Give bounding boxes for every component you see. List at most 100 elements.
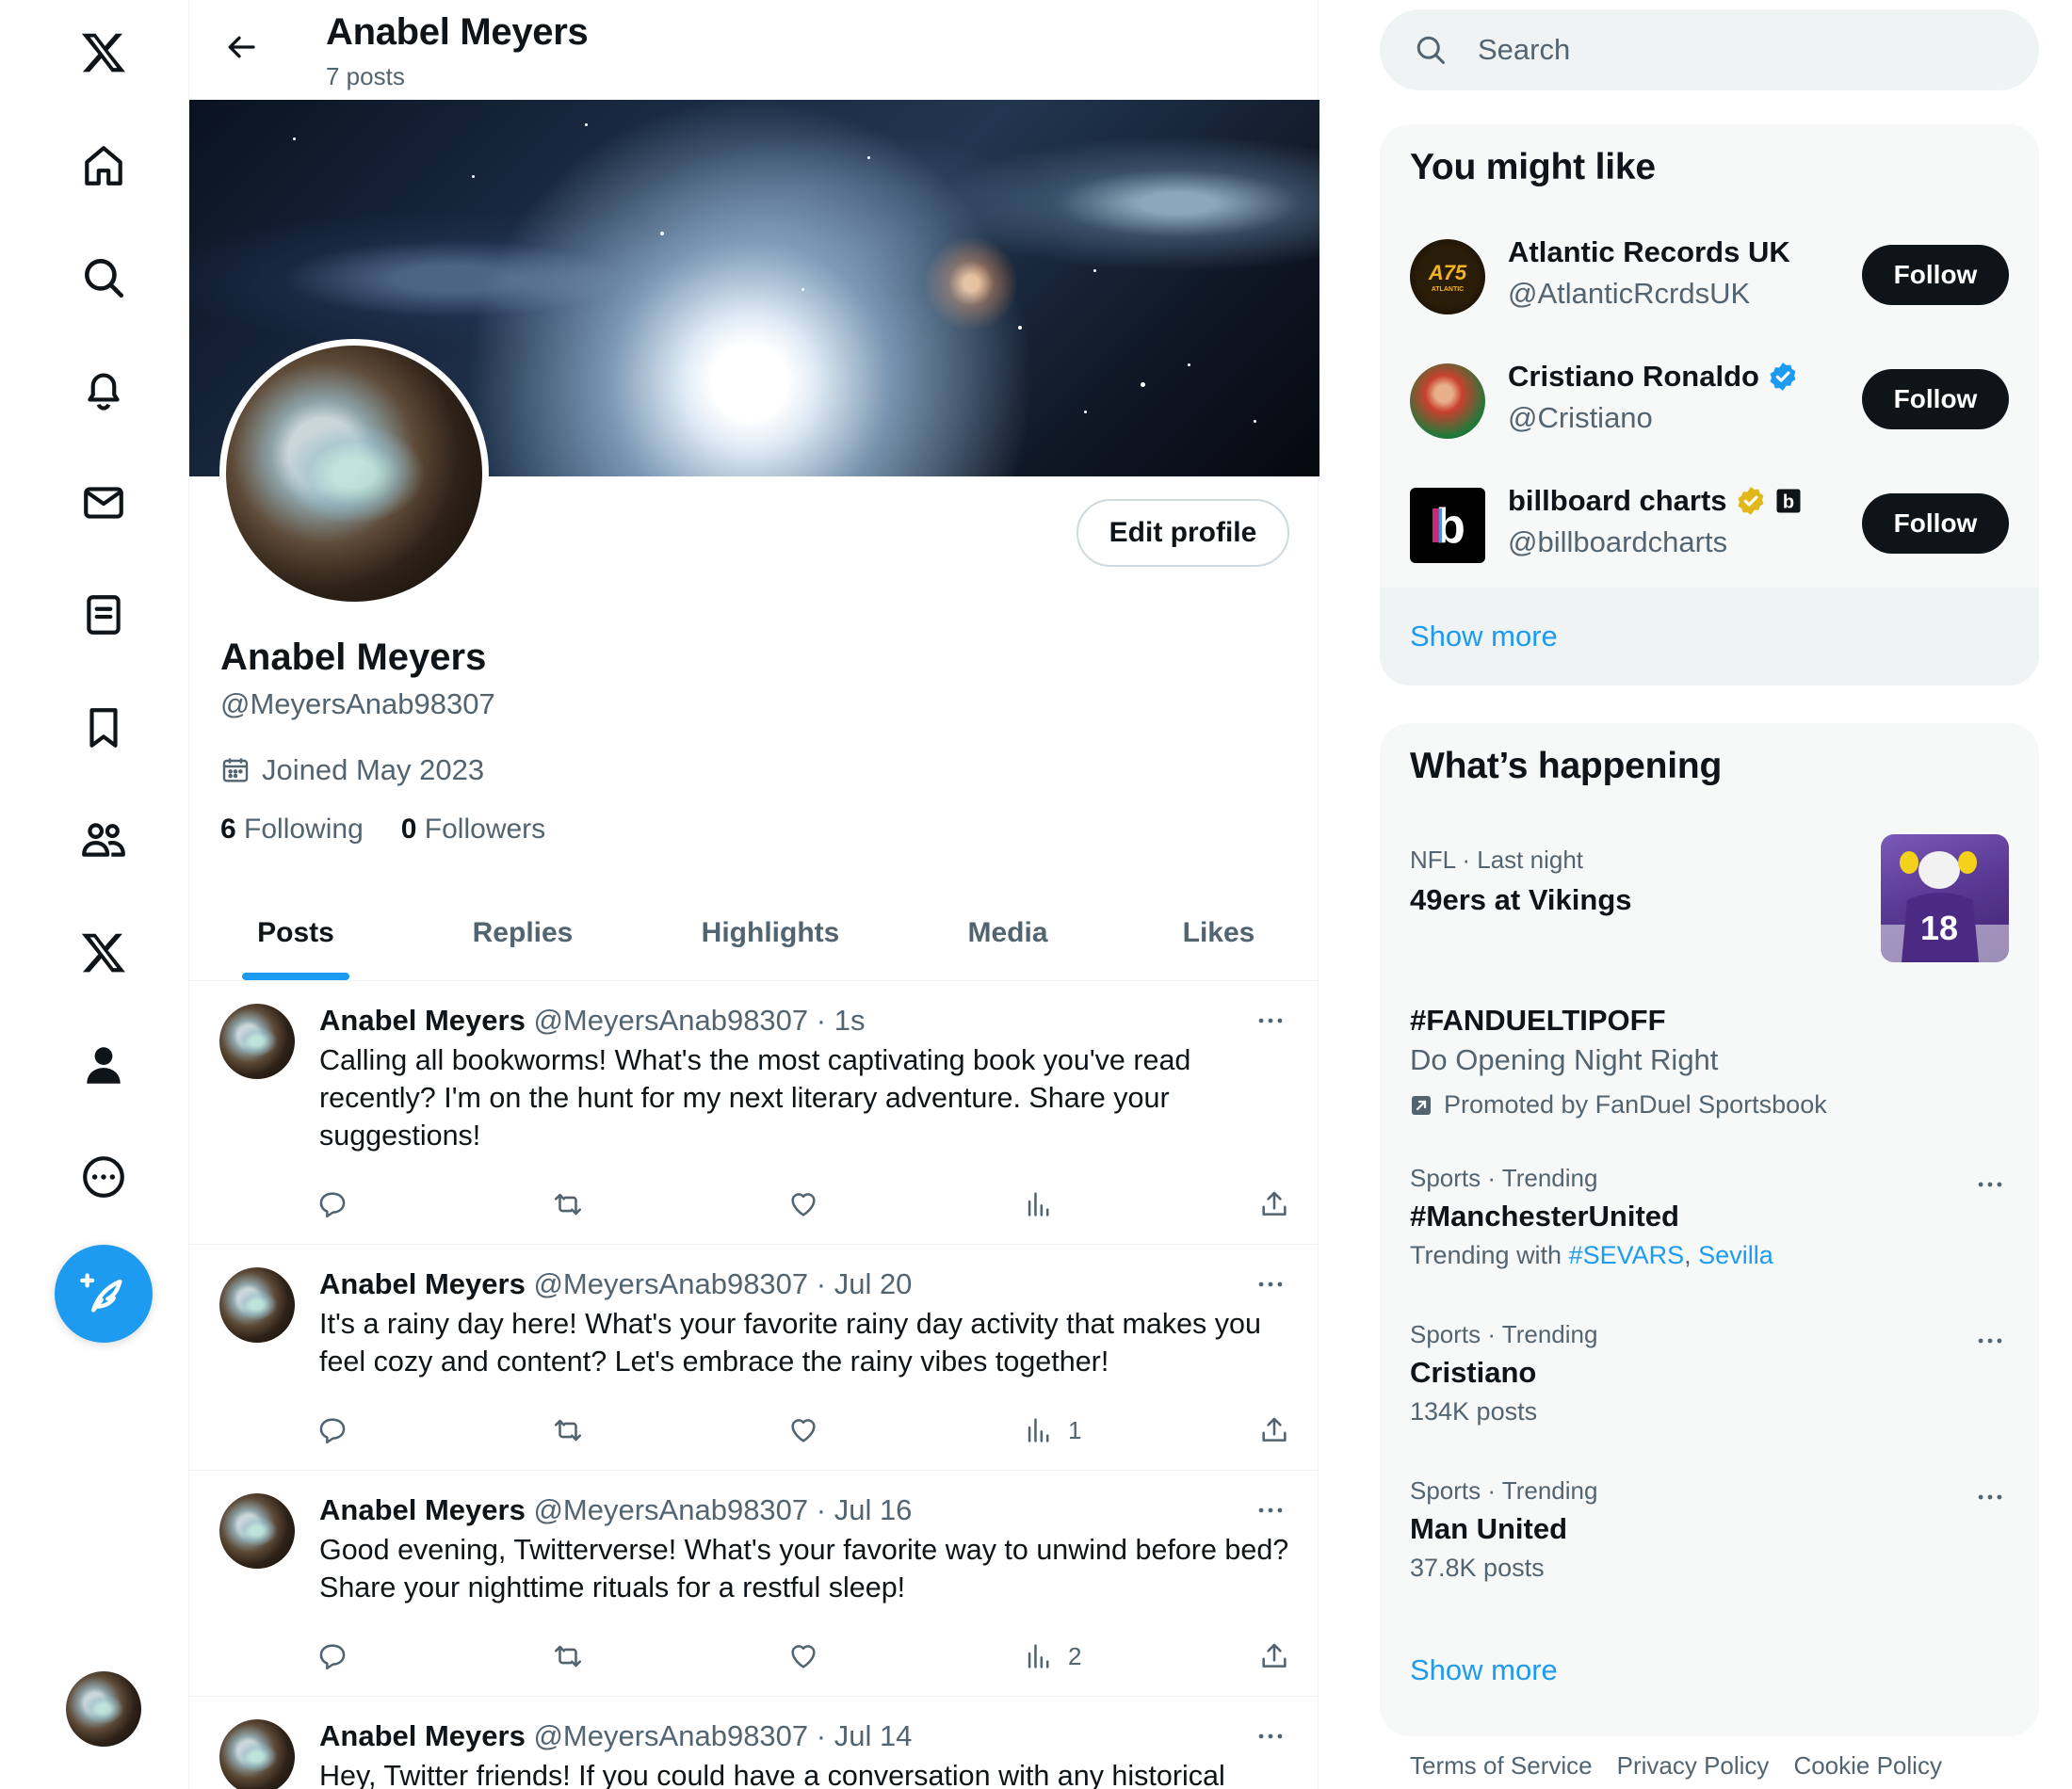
lists-icon[interactable] — [66, 577, 141, 653]
x-logo-icon[interactable] — [66, 15, 141, 90]
share-button[interactable] — [1258, 1407, 1290, 1454]
follow-suggestion[interactable]: Cristiano Ronaldo @Cristiano Follow — [1380, 339, 2039, 463]
joined-date: Joined May 2023 — [262, 753, 485, 786]
post-handle-time[interactable]: @MeyersAnab98307 · Jul 14 — [533, 1719, 912, 1752]
share-button[interactable] — [1258, 1181, 1290, 1228]
tab-posts[interactable]: Posts — [189, 885, 402, 981]
following-link[interactable]: 6 Following — [220, 814, 364, 846]
post-author-name[interactable]: Anabel Meyers — [319, 1267, 526, 1300]
post-actions: 1 — [307, 1407, 1305, 1454]
views-button[interactable]: 1 — [1023, 1407, 1081, 1454]
messages-envelope-icon[interactable] — [66, 465, 141, 540]
follow-button[interactable]: Follow — [1862, 493, 2009, 554]
post-author-avatar[interactable] — [219, 1004, 295, 1079]
like-button[interactable] — [787, 1407, 819, 1454]
post-item[interactable]: Anabel Meyers @MeyersAnab98307 · Jul 16 … — [189, 1471, 1319, 1697]
follow-suggestion[interactable]: A75 ATLANTIC Atlantic Records UK @Atlanti… — [1380, 215, 2039, 339]
header-post-count: 7 posts — [326, 62, 405, 90]
views-button[interactable]: 2 — [1023, 1633, 1081, 1680]
suggestion-handle: @AtlanticRcrdsUK — [1508, 277, 1751, 310]
like-button[interactable] — [787, 1633, 819, 1680]
compose-post-button[interactable] — [55, 1245, 153, 1343]
notifications-bell-icon[interactable] — [66, 352, 141, 427]
header-profile-name: Anabel Meyers — [326, 11, 589, 53]
trend-link-sevars[interactable]: #SEVARS — [1569, 1241, 1685, 1269]
profile-name: Anabel Meyers — [220, 637, 487, 678]
views-button[interactable] — [1023, 1181, 1068, 1228]
post-item[interactable]: Anabel Meyers @MeyersAnab98307 · 1s Call… — [189, 981, 1319, 1245]
more-circle-icon[interactable] — [66, 1139, 141, 1215]
communities-icon[interactable] — [66, 802, 141, 878]
post-author-name[interactable]: Anabel Meyers — [319, 1719, 526, 1752]
who-to-follow-show-more-link[interactable]: Show more — [1410, 620, 1558, 653]
tab-likes[interactable]: Likes — [1118, 885, 1319, 981]
premium-x-icon[interactable] — [66, 915, 141, 991]
reply-button[interactable] — [316, 1181, 348, 1228]
trend-item[interactable]: Sports · Trending #ManchesterUnited Tren… — [1380, 1164, 2039, 1305]
followers-link[interactable]: 0 Followers — [401, 814, 545, 846]
trend-more-button[interactable] — [1969, 1164, 2011, 1205]
edit-profile-button[interactable]: Edit profile — [1076, 499, 1289, 567]
post-item[interactable]: Anabel Meyers @MeyersAnab98307 · Jul 14 … — [189, 1697, 1319, 1789]
trend-item[interactable]: NFL · Last night 49ers at Vikings 18 — [1380, 834, 2039, 985]
privacy-link[interactable]: Privacy Policy — [1617, 1751, 1770, 1781]
suggestion-name: billboard charts b — [1508, 484, 1803, 518]
trend-title: Man United — [1410, 1512, 1568, 1545]
bookmarks-icon[interactable] — [66, 690, 141, 766]
trend-more-button[interactable] — [1969, 1476, 2011, 1518]
post-author-name[interactable]: Anabel Meyers — [319, 1004, 526, 1037]
follow-button[interactable]: Follow — [1862, 369, 2009, 429]
trend-link-sevilla[interactable]: Sevilla — [1698, 1241, 1773, 1269]
tab-replies[interactable]: Replies — [402, 885, 643, 981]
repost-button[interactable] — [552, 1181, 584, 1228]
whats-happening-card: What’s happening NFL · Last night 49ers … — [1380, 723, 2039, 1736]
repost-button[interactable] — [552, 1407, 584, 1454]
promoted-icon — [1412, 1095, 1431, 1115]
more-dots-icon — [1978, 1182, 2002, 1187]
post-item[interactable]: Anabel Meyers @MeyersAnab98307 · Jul 20 … — [189, 1245, 1319, 1471]
post-more-button[interactable] — [1250, 1264, 1291, 1305]
search-box[interactable] — [1380, 9, 2039, 90]
trend-item-promoted[interactable]: #FANDUELTIPOFF Do Opening Night Right Pr… — [1380, 1004, 2039, 1145]
profile-person-icon[interactable] — [66, 1027, 141, 1103]
post-handle-time[interactable]: @MeyersAnab98307 · Jul 16 — [533, 1493, 912, 1526]
explore-search-icon[interactable] — [66, 240, 141, 315]
trend-post-count: 37.8K posts — [1410, 1554, 1545, 1582]
views-chart-icon — [1028, 1644, 1049, 1668]
whats-happening-title: What’s happening — [1410, 746, 1723, 786]
cookie-link[interactable]: Cookie Policy — [1793, 1751, 1942, 1781]
post-actions — [307, 1181, 1305, 1228]
post-author-avatar[interactable] — [219, 1719, 295, 1789]
trends-show-more-link[interactable]: Show more — [1410, 1653, 1558, 1687]
reply-button[interactable] — [316, 1407, 348, 1454]
post-author-avatar[interactable] — [219, 1493, 295, 1569]
profile-tabs: Posts Replies Highlights Media Likes — [189, 885, 1319, 981]
profile-avatar[interactable] — [219, 339, 489, 608]
terms-link[interactable]: Terms of Service — [1410, 1751, 1593, 1781]
trend-item[interactable]: Sports · Trending Cristiano 134K posts — [1380, 1320, 2039, 1452]
post-more-button[interactable] — [1250, 1490, 1291, 1531]
share-button[interactable] — [1258, 1633, 1290, 1680]
home-icon[interactable] — [66, 128, 141, 203]
trend-title: #FANDUELTIPOFF — [1410, 1004, 1666, 1037]
post-author-name[interactable]: Anabel Meyers — [319, 1493, 526, 1526]
follow-suggestion[interactable]: b billboard charts b @billboardcharts Fo… — [1380, 463, 2039, 588]
trend-item[interactable]: Sports · Trending Man United 37.8K posts — [1380, 1476, 2039, 1608]
back-button[interactable] — [216, 21, 268, 73]
reply-button[interactable] — [316, 1633, 348, 1680]
tab-media[interactable]: Media — [898, 885, 1118, 981]
like-button[interactable] — [787, 1181, 819, 1228]
trend-more-button[interactable] — [1969, 1320, 2011, 1362]
post-handle-time[interactable]: @MeyersAnab98307 · 1s — [533, 1004, 865, 1037]
post-author-avatar[interactable] — [219, 1267, 295, 1343]
tab-highlights[interactable]: Highlights — [643, 885, 898, 981]
repost-icon — [554, 1193, 582, 1216]
repost-button[interactable] — [552, 1633, 584, 1680]
more-dots-icon — [1258, 1281, 1283, 1287]
post-more-button[interactable] — [1250, 1000, 1291, 1041]
account-switcher-avatar[interactable] — [66, 1671, 141, 1747]
follow-button[interactable]: Follow — [1862, 245, 2009, 305]
post-more-button[interactable] — [1250, 1716, 1291, 1757]
post-handle-time[interactable]: @MeyersAnab98307 · Jul 20 — [533, 1267, 912, 1300]
search-input[interactable] — [1478, 33, 2005, 67]
